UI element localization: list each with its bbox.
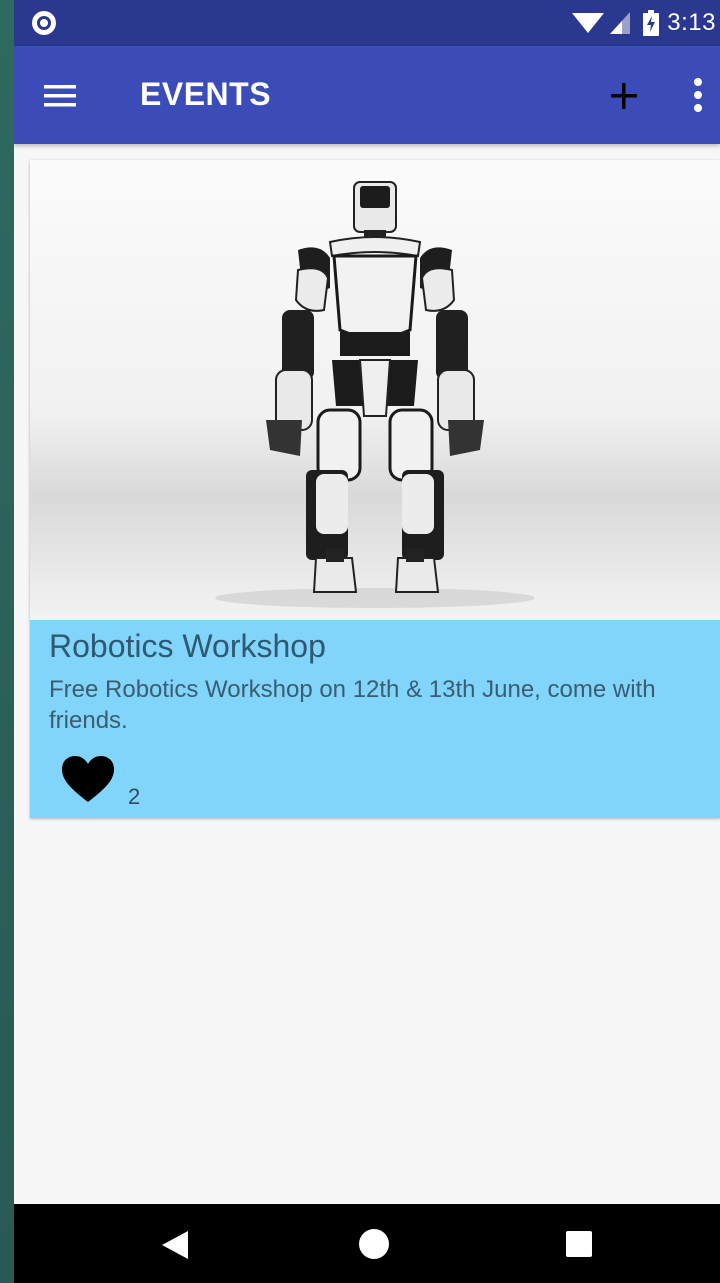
menu-icon[interactable]: [40, 76, 80, 116]
heart-icon[interactable]: [60, 754, 116, 804]
wifi-icon: [572, 13, 605, 33]
notification-circle-icon: [32, 11, 56, 35]
recents-icon[interactable]: [566, 1231, 592, 1257]
app-bar: EVENTS: [14, 46, 720, 144]
system-nav-bar: [14, 1204, 720, 1283]
status-time: 3:13: [667, 9, 716, 36]
back-icon[interactable]: [160, 1229, 190, 1261]
robot-photo: [30, 160, 720, 620]
event-title: Robotics Workshop: [49, 628, 326, 664]
like-count: 2: [128, 784, 141, 809]
battery-charging-icon: [643, 10, 660, 36]
event-card[interactable]: Robotics Workshop Free Robotics Workshop…: [30, 160, 720, 818]
more-vert-icon[interactable]: [684, 74, 712, 116]
status-bar: 3:13: [14, 0, 720, 46]
left-edge-strip: [0, 0, 14, 1283]
app-title: EVENTS: [140, 76, 272, 112]
signal-icon: [610, 12, 631, 34]
home-icon[interactable]: [359, 1229, 389, 1259]
status-right-group: 3:13: [571, 0, 720, 46]
event-description: Free Robotics Workshop on 12th & 13th Ju…: [49, 676, 656, 734]
add-icon[interactable]: [606, 78, 642, 114]
phone-screen: 3:13 EVENTS Robotics Workshop Free Robot…: [14, 0, 720, 1283]
